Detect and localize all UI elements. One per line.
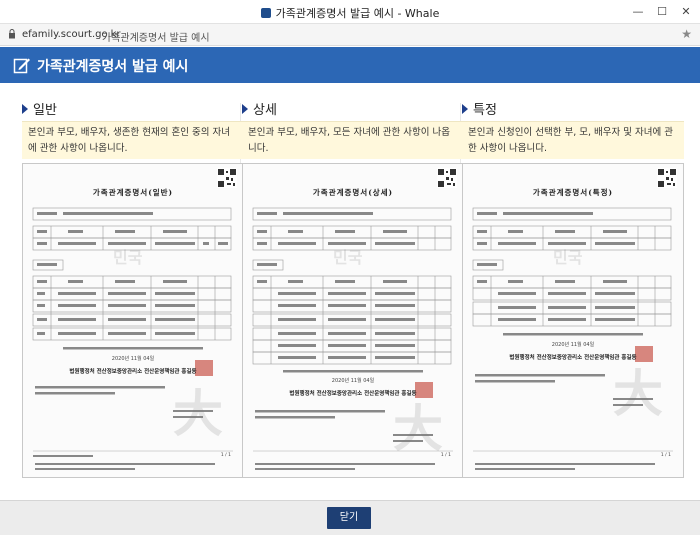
issue-date: 2020년 11월 04일 [331,378,375,384]
column-description: 본인과 신청인이 선택한 부, 모, 배우자 및 자녀에 관한 사항이 나옵니다… [462,121,684,159]
issuer-name: 법원행정처 전산정보중앙관리소 전산운영책임관 홍길동 [509,355,637,361]
url-page-title: 가족관계증명서 발급 예시 [102,33,210,44]
bookmark-star-icon[interactable]: ★ [681,27,692,41]
minimize-button[interactable]: — [628,3,648,21]
page-number: 1 / 1 [440,453,451,458]
lock-icon [9,29,15,39]
main-content: 일반 본인과 부모, 배우자, 생존한 현재의 혼인 중의 자녀에 관한 사항이… [0,83,700,500]
column-heading: 특정 [462,99,497,118]
column-general: 일반 본인과 부모, 배우자, 생존한 현재의 혼인 중의 자녀에 관한 사항이… [22,83,244,478]
page-title: 가족관계증명서 발급 예시 [37,59,189,75]
close-window-button[interactable]: ✕ [676,3,696,21]
issuer-name: 법원행정처 전산정보중앙관리소 전산운영책임관 홍길동 [69,369,197,375]
edit-document-icon [13,58,30,74]
certificate-tables [32,207,233,470]
issue-date: 2020년 11월 04일 [551,342,595,348]
column-description: 본인과 부모, 배우자, 생존한 현재의 혼인 중의 자녀에 관한 사항이 나옵… [22,121,244,159]
whale-logo-icon [260,8,271,18]
column-heading: 일반 [22,99,57,118]
issuer-name: 법원행정처 전산정보중앙관리소 전산운영책임관 홍길동 [289,391,417,397]
column-heading: 상세 [242,99,277,118]
certificate-image-specific: 가족관계증명서(특정) 민국 大 2020년 11월 04일 법원행정처 전산정… [462,163,684,478]
column-specific: 특정 본인과 신청인이 선택한 부, 모, 배우자 및 자녀에 관한 사항이 나… [462,83,684,478]
window-title: 가족관계증명서 발급 예시 - Whale [275,7,440,20]
page-header: 가족관계증명서 발급 예시 [0,47,700,83]
issue-date: 2020년 11월 04일 [111,356,155,362]
title-bar: 가족관계증명서 발급 예시 - Whale — ☐ ✕ [0,0,700,24]
triangle-arrow-icon [462,104,468,114]
page-number: 1 / 1 [220,453,231,458]
certificate-tables [472,207,673,470]
close-button[interactable]: 닫기 [327,507,371,529]
column-detailed: 상세 본인과 부모, 배우자, 모든 자녀에 관한 사항이 나옵니다. 가족관계… [242,83,464,478]
certificate-tables [252,207,453,470]
triangle-arrow-icon [22,104,28,114]
address-bar[interactable]: efamily.scourt.go.kr 가족관계증명서 발급 예시 ★ [0,24,700,46]
footer-bar: 닫기 [0,500,700,535]
maximize-button[interactable]: ☐ [652,3,672,21]
column-description: 본인과 부모, 배우자, 모든 자녀에 관한 사항이 나옵니다. [242,121,464,159]
triangle-arrow-icon [242,104,248,114]
certificate-image-general: 가족관계증명서(일반) 민국 大 2020년 11월 04일 법원행정처 전산정… [22,163,244,478]
page-number: 1 / 1 [660,453,671,458]
certificate-image-detailed: 가족관계증명서(상세) 민국 大 2020년 11월 04일 법원행정처 전산정… [242,163,464,478]
